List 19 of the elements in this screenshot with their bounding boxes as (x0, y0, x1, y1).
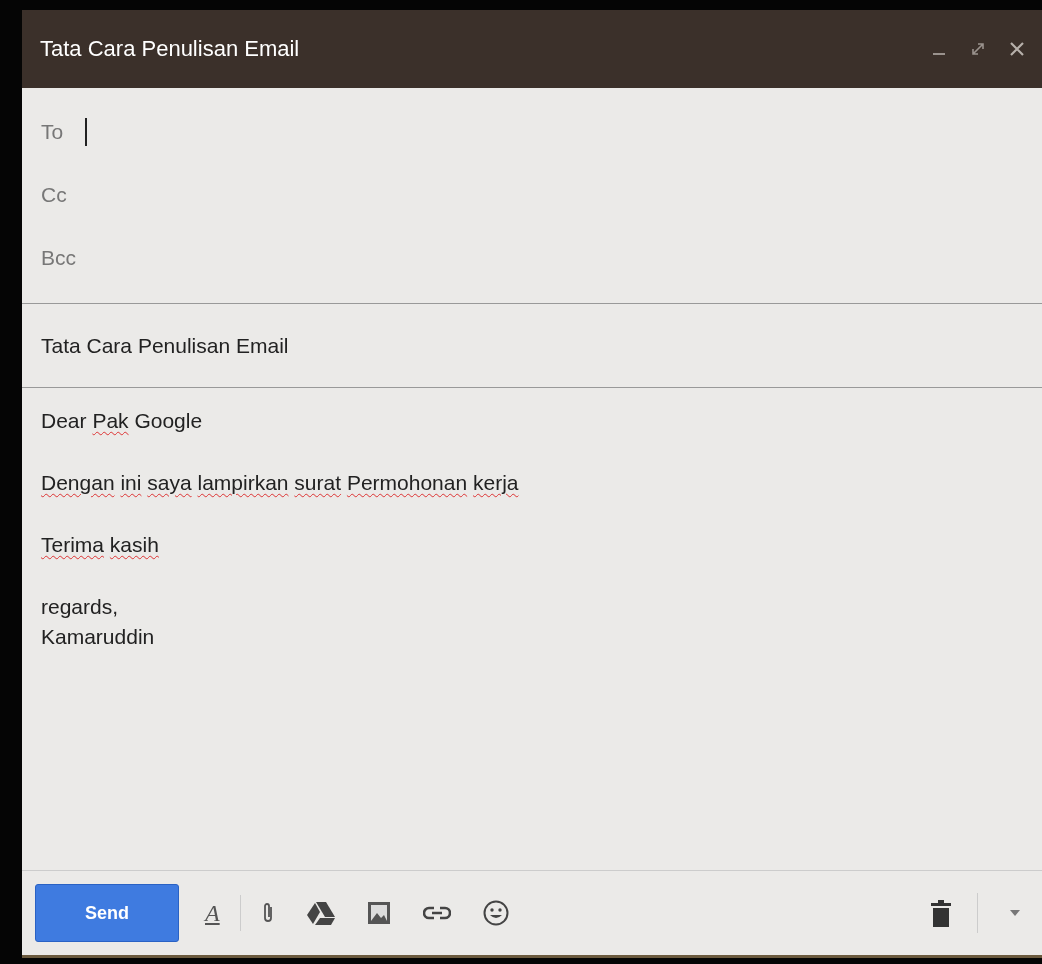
image-icon[interactable] (366, 901, 391, 925)
emoji-icon[interactable] (482, 900, 509, 926)
body-paragraph: Dengan ini saya lampirkan surat Permohonan kerja (41, 470, 520, 496)
body-paragraph: Terima kasih (41, 532, 160, 558)
drive-icon[interactable] (306, 901, 335, 925)
body-paragraph: Dear Pak Google (41, 408, 204, 434)
recipient-field[interactable]: Bcc (22, 226, 1042, 289)
trash-icon[interactable] (931, 899, 951, 927)
formatting-button[interactable]: A (205, 899, 220, 927)
link-icon[interactable] (422, 905, 451, 921)
dropdown-arrow-icon[interactable] (1010, 910, 1020, 916)
body-paragraph: regards, Kamaruddin (41, 594, 156, 650)
expand-icon[interactable] (970, 41, 986, 57)
close-icon[interactable] (1010, 42, 1024, 56)
subject-field[interactable]: Tata Cara Penulisan Email (22, 304, 1042, 388)
recipient-field[interactable]: To (22, 100, 1042, 163)
recipient-field[interactable]: Cc (22, 163, 1042, 226)
window-title: Tata Cara Penulisan Email (40, 36, 301, 62)
send-button[interactable]: Send (35, 884, 179, 942)
